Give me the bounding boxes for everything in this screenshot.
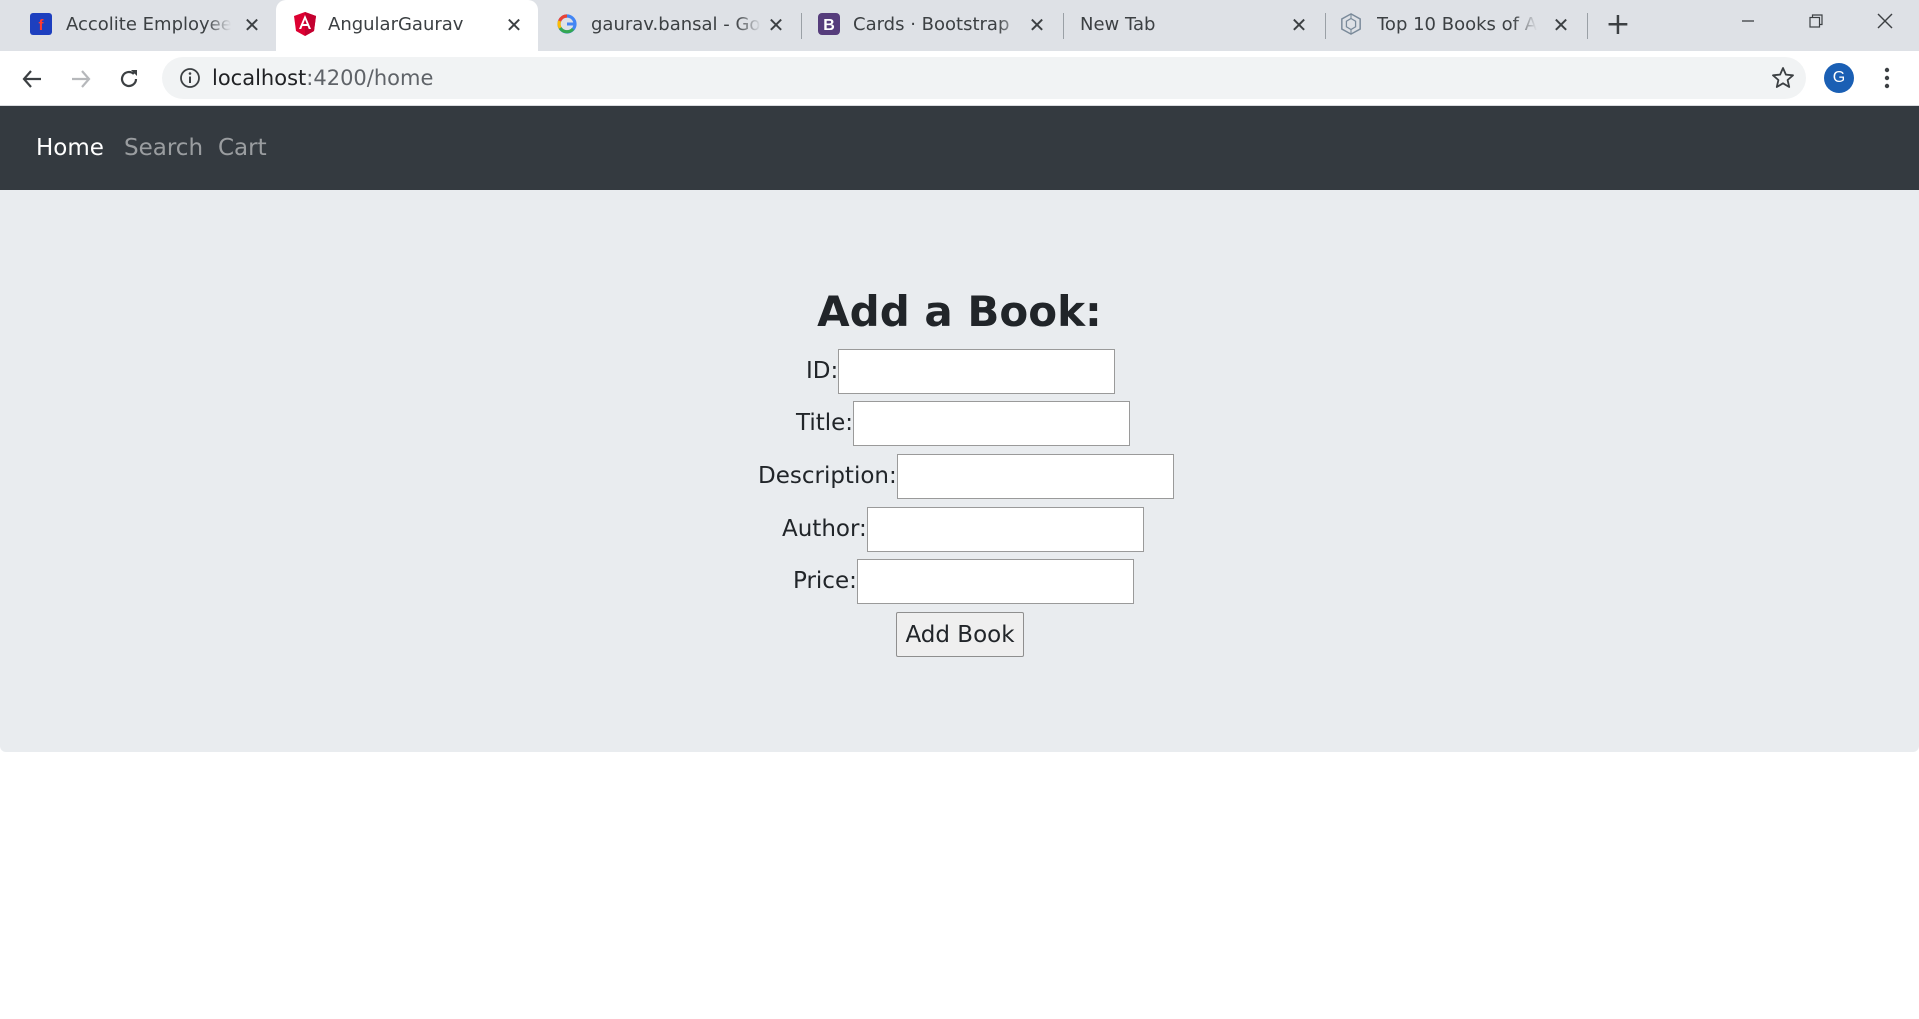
forward-arrow-icon[interactable] — [63, 61, 99, 97]
svg-text:B: B — [823, 17, 835, 34]
back-arrow-icon[interactable] — [14, 61, 50, 97]
window-close-icon[interactable] — [1851, 0, 1919, 42]
close-icon[interactable]: ✕ — [239, 12, 265, 38]
angular-icon — [294, 12, 316, 36]
tab-title: New Tab — [1080, 14, 1156, 35]
price-label: Price: — [793, 568, 857, 594]
tab-title: Cards · Bootstrap — [853, 14, 1010, 35]
tab-title: AngularGaurav — [328, 14, 464, 35]
description-row: Description: — [758, 453, 1174, 499]
profile-avatar[interactable]: G — [1824, 63, 1854, 93]
close-icon[interactable]: ✕ — [1024, 12, 1050, 38]
url-host: localhost — [212, 66, 307, 90]
page-title: Add a Book: — [817, 287, 1102, 336]
description-label: Description: — [758, 463, 897, 489]
info-icon[interactable] — [178, 66, 202, 90]
bookmark-star-icon[interactable] — [1770, 65, 1796, 91]
tab-title: gaurav.bansal - Google — [591, 14, 761, 35]
tab-bootstrap[interactable]: B Cards · Bootstrap ✕ — [802, 0, 1064, 51]
tab-accolite[interactable]: f Accolite Employee Hub ✕ — [0, 0, 274, 51]
url-path: :4200/home — [306, 66, 434, 90]
bootstrap-icon: B — [818, 13, 840, 35]
restore-icon[interactable] — [1782, 0, 1850, 42]
accolite-icon: f — [30, 13, 52, 35]
url-text[interactable]: localhost:4200/home — [212, 65, 433, 91]
browser-toolbar: localhost:4200/home G — [0, 51, 1919, 106]
tab-separator — [1587, 13, 1588, 39]
author-label: Author: — [782, 516, 867, 542]
title-input[interactable] — [853, 400, 1131, 446]
close-icon[interactable]: ✕ — [501, 12, 527, 38]
price-row: Price: — [793, 558, 1134, 604]
id-input[interactable] — [838, 348, 1116, 394]
address-bar[interactable]: localhost:4200/home — [162, 57, 1806, 99]
tab-angulargaurav[interactable]: AngularGaurav ✕ — [276, 0, 538, 51]
tab-google[interactable]: gaurav.bansal - Google ✕ — [540, 0, 802, 51]
minimize-icon[interactable] — [1714, 0, 1782, 42]
description-input[interactable] — [896, 453, 1174, 499]
close-icon[interactable]: ✕ — [1286, 12, 1312, 38]
menu-kebab-icon[interactable] — [1874, 63, 1900, 93]
author-row: Author: — [782, 506, 1144, 552]
books-icon — [1340, 13, 1362, 35]
tab-title: Top 10 Books of All-Time — [1377, 14, 1537, 35]
new-tab-plus-icon[interactable]: + — [1602, 10, 1634, 42]
google-icon — [556, 13, 578, 35]
nav-link-search[interactable]: Search — [124, 133, 203, 163]
nav-link-cart[interactable]: Cart — [218, 133, 267, 163]
nav-link-home[interactable]: Home — [36, 133, 104, 163]
price-input[interactable] — [856, 558, 1134, 604]
tab-top-10-books[interactable]: Top 10 Books of All-Time ✕ — [1326, 0, 1588, 51]
add-book-panel: Add a Book: ID: Title: Description: Auth… — [0, 190, 1919, 752]
tab-new-tab[interactable]: New Tab ✕ — [1064, 0, 1326, 51]
author-input[interactable] — [866, 506, 1144, 552]
close-icon[interactable]: ✕ — [1548, 12, 1574, 38]
browser-tab-strip: f Accolite Employee Hub ✕ AngularGaurav … — [0, 0, 1919, 51]
reload-icon[interactable] — [111, 61, 147, 97]
title-row: Title: — [796, 400, 1131, 446]
tab-title: Accolite Employee Hub — [66, 14, 231, 35]
id-label: ID: — [806, 358, 839, 384]
app-navbar: Home Search Cart — [0, 106, 1919, 190]
add-book-button[interactable]: Add Book — [896, 612, 1024, 657]
id-row: ID: — [806, 348, 1116, 394]
close-icon[interactable]: ✕ — [763, 12, 789, 38]
title-label: Title: — [796, 410, 854, 436]
